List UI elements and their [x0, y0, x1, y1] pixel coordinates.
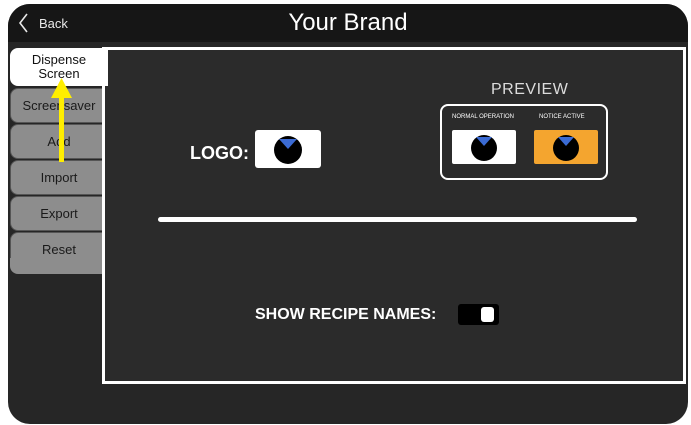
sidebar-background	[10, 258, 108, 274]
tab-screensaver[interactable]: Screensaver	[10, 88, 108, 123]
tab-import[interactable]: Import	[10, 160, 108, 195]
logo-upload-button[interactable]	[255, 130, 321, 168]
preview-notice-box	[534, 130, 598, 164]
tab-label: Dispense Screen	[31, 52, 87, 81]
brand-logo-icon	[471, 135, 497, 161]
device-frame: Back Your Brand Dispense Screen Screensa…	[8, 4, 688, 424]
page-title: Your Brand	[288, 9, 408, 36]
tab-label: Export	[40, 206, 78, 221]
tab-label: Add	[47, 134, 71, 149]
preview-label: PREVIEW	[491, 81, 569, 98]
section-divider	[158, 217, 637, 222]
tab-label: Reset	[42, 242, 76, 257]
tab-add[interactable]: Add	[10, 124, 108, 159]
preview-notice-caption: NOTICE ACTIVE	[539, 114, 585, 120]
tab-label: Screensaver	[22, 98, 96, 113]
tab-dispense-screen[interactable]: Dispense Screen	[10, 48, 108, 86]
logo-label: LOGO:	[190, 143, 249, 163]
brand-settings-panel: LOGO: PREVIEW NORMAL OPERATION NOTICE AC…	[102, 47, 686, 384]
preview-frame: NORMAL OPERATION NOTICE ACTIVE	[440, 104, 608, 180]
brand-logo-icon	[274, 136, 302, 164]
toggle-knob	[481, 307, 494, 322]
tab-label: Import	[40, 170, 78, 185]
header-bar: Back Your Brand	[8, 4, 688, 42]
tab-export[interactable]: Export	[10, 196, 108, 231]
show-recipe-names-toggle[interactable]	[458, 304, 499, 325]
preview-normal-box	[452, 130, 516, 164]
brand-logo-icon	[553, 135, 579, 161]
show-recipe-names-label: SHOW RECIPE NAMES:	[255, 306, 437, 323]
preview-normal-caption: NORMAL OPERATION	[452, 114, 515, 120]
